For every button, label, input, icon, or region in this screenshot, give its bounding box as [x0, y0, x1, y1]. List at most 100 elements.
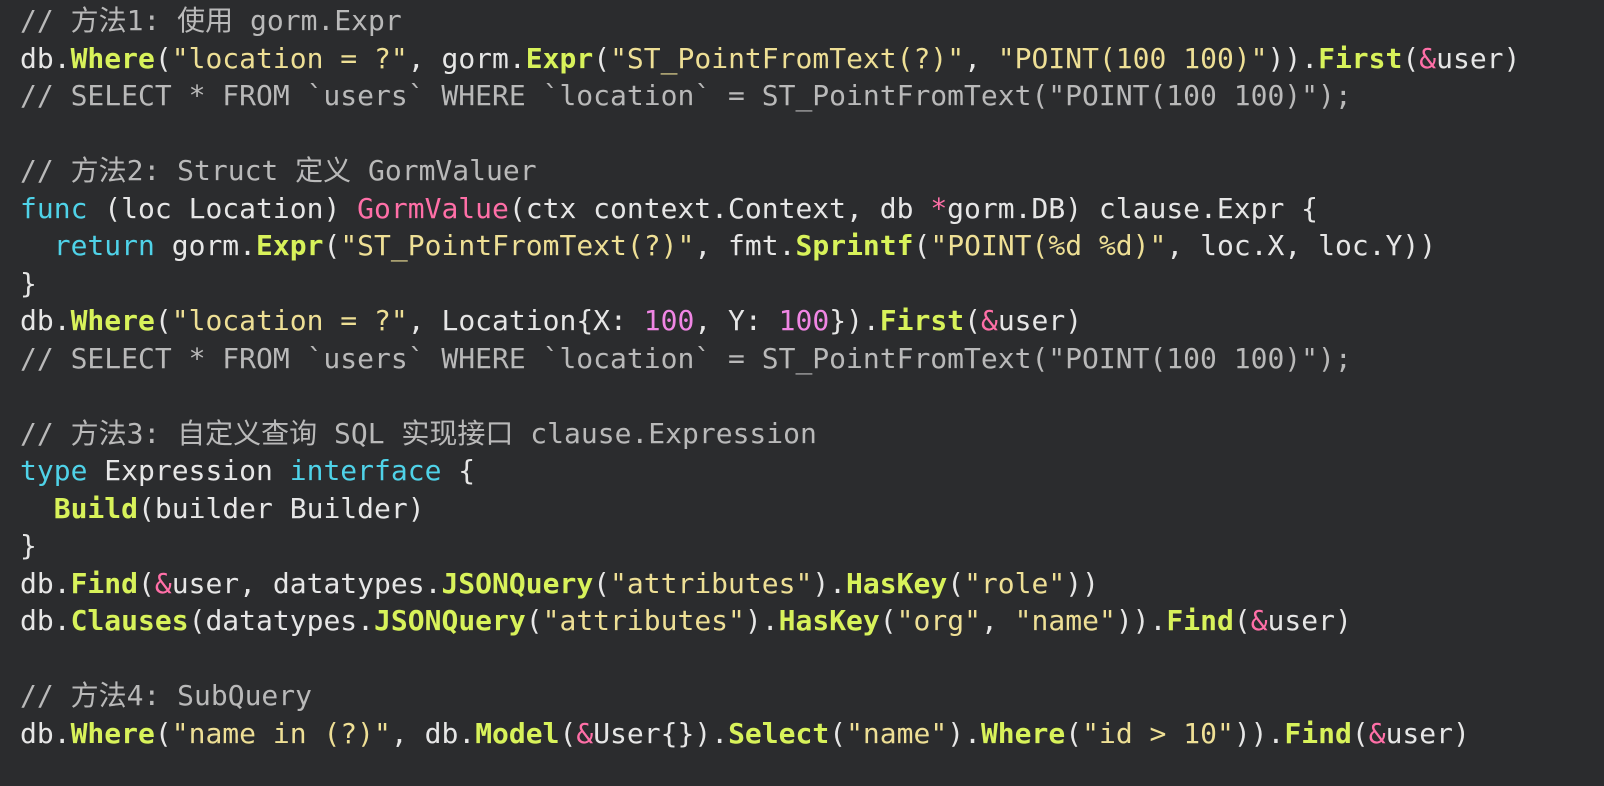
- code-token-string: "location = ?": [171, 304, 408, 337]
- code-token-plain: (: [154, 716, 172, 750]
- code-token-func: Where: [70, 716, 155, 750]
- code-token-op: &: [1419, 41, 1437, 75]
- code-token-func: Find: [70, 566, 139, 600]
- code-token-func: First: [1318, 41, 1403, 75]
- code-token-plain: gorm.: [154, 229, 257, 262]
- code-token-func: Select: [728, 716, 830, 750]
- code-line: func (loc Location) GormValue(ctx contex…: [20, 190, 1520, 228]
- code-line: // 方法1: 使用 gorm.Expr: [20, 2, 1520, 40]
- code-token-string: "role": [964, 566, 1066, 600]
- code-line: db.Clauses(datatypes.JSONQuery("attribut…: [20, 602, 1520, 640]
- code-token-plain: (: [559, 716, 577, 750]
- code-token-plain: ).: [744, 604, 779, 637]
- code-token-plain: }: [20, 266, 37, 300]
- code-token-func: First: [879, 304, 965, 337]
- code-token-plain: db.: [20, 41, 71, 75]
- code-token-string: "name in (?)": [171, 716, 391, 750]
- code-token-plain: )).: [1267, 41, 1319, 75]
- code-line: // 方法3: 自定义查询 SQL 实现接口 clause.Expression: [20, 415, 1520, 453]
- code-token-plain: Expression: [87, 454, 290, 487]
- code-token-plain: user): [1385, 716, 1470, 750]
- code-token-op: &: [576, 716, 594, 750]
- code-token-plain: (: [879, 604, 897, 637]
- code-token-keyword: func: [20, 191, 88, 225]
- code-token-func: HasKey: [778, 604, 880, 637]
- code-token-string: "attributes": [610, 566, 813, 600]
- code-token-plain: (: [947, 566, 965, 600]
- code-token-func: Build: [53, 491, 139, 525]
- code-line: type Expression interface {: [20, 452, 1520, 490]
- code-token-op: &: [980, 304, 998, 337]
- code-token-plain: (: [829, 716, 847, 750]
- code-token-plain: (datatypes.: [188, 604, 375, 637]
- code-token-plain: {: [441, 454, 476, 487]
- code-line: db.Where("location = ?", Location{X: 100…: [20, 302, 1520, 340]
- code-token-keyword: type: [20, 454, 88, 487]
- code-token-plain: db.: [20, 566, 71, 600]
- code-token-string: "attributes": [542, 604, 745, 637]
- code-token-comment: // 方法4: SubQuery: [20, 679, 313, 712]
- code-token-plain: }).: [829, 304, 880, 337]
- code-token-op: &: [1368, 716, 1386, 750]
- code-editor: // 方法1: 使用 gorm.Expr db.Where("location =…: [0, 0, 1604, 786]
- code-line: // 方法4: SubQuery: [20, 677, 1520, 715]
- code-token-number: 100: [778, 304, 830, 337]
- code-token-plain: (: [593, 566, 611, 600]
- code-token-plain: ).: [812, 566, 847, 600]
- code-line: db.Where("name in (?)", db.Model(&User{}…: [20, 715, 1520, 753]
- code-token-plain: (: [1233, 604, 1251, 637]
- code-token-plain: ,: [964, 41, 998, 75]
- code-token-plain: (ctx context.Context, db: [508, 191, 931, 225]
- code-token-plain: (: [154, 304, 172, 337]
- code-token-plain: , db.: [390, 716, 476, 750]
- code-token-func: Clauses: [70, 604, 189, 637]
- code-line: }: [20, 265, 1520, 303]
- code-token-plain: (: [323, 229, 341, 262]
- code-token-comment: // 方法2: Struct 定义 GormValuer: [20, 154, 537, 187]
- code-token-plain: user): [997, 304, 1083, 337]
- code-line: }: [20, 527, 1520, 565]
- code-token-op: *: [930, 191, 948, 225]
- code-token-plain: (loc Location): [87, 191, 358, 225]
- code-token-plain: (: [525, 604, 543, 637]
- code-token-plain: User{}).: [593, 716, 729, 750]
- code-token-plain: )).: [1115, 604, 1167, 637]
- code-token-plain: , Location{X:: [407, 304, 644, 337]
- code-token-func: Where: [70, 41, 155, 75]
- code-token-func: Expr: [525, 41, 594, 75]
- code-token-string: "id > 10": [1082, 716, 1234, 750]
- code-line: // SELECT * FROM `users` WHERE `location…: [20, 340, 1520, 378]
- code-token-func: Find: [1284, 716, 1352, 750]
- code-token-plain: , gorm.: [407, 41, 526, 75]
- code-token-plain: (: [1351, 716, 1369, 750]
- code-token-keyword: interface: [289, 454, 442, 487]
- code-token-keyword: return: [53, 229, 155, 262]
- code-token-string: "org": [896, 604, 981, 637]
- code-token-method: GormValue: [357, 191, 509, 225]
- code-token-func: HasKey: [846, 566, 948, 600]
- code-token-plain: ,: [980, 604, 1015, 637]
- code-token-func: Sprintf: [795, 229, 914, 262]
- code-token-comment: // SELECT * FROM `users` WHERE `location…: [20, 79, 1352, 112]
- code-token-plain: , loc.X, loc.Y)): [1166, 229, 1437, 262]
- code-line: return gorm.Expr("ST_PointFromText(?)", …: [20, 227, 1520, 265]
- code-token-plain: (: [913, 229, 931, 262]
- code-token-plain: , Y:: [694, 304, 779, 337]
- code-token-plain: (: [1402, 41, 1420, 75]
- code-token-comment: // 方法1: 使用 gorm.Expr: [20, 4, 402, 37]
- code-token-op: &: [154, 566, 172, 600]
- code-token-func: JSONQuery: [374, 604, 526, 637]
- code-token-plain: )).: [1233, 716, 1285, 750]
- code-token-func: Expr: [256, 229, 324, 262]
- code-token-plain: }: [20, 529, 37, 562]
- code-token-plain: (: [1065, 716, 1083, 750]
- code-token-number: 100: [643, 304, 695, 337]
- code-token-func: Where: [70, 304, 155, 337]
- code-token-plain: (: [593, 41, 611, 75]
- code-line: db.Find(&user, datatypes.JSONQuery("attr…: [20, 565, 1520, 603]
- code-token-op: &: [1250, 604, 1268, 637]
- code-block: // 方法1: 使用 gorm.Expr db.Where("location =…: [20, 2, 1520, 752]
